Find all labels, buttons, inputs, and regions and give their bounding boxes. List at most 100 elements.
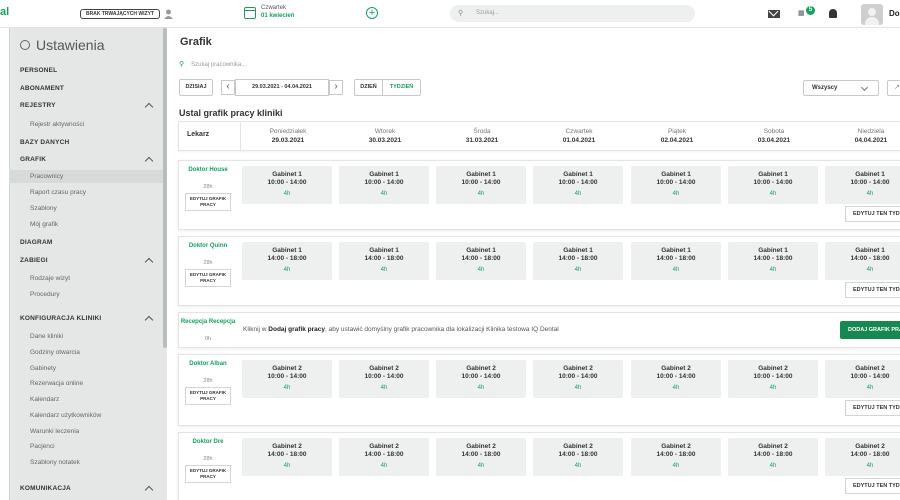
more-options-button[interactable]: ↗: [887, 80, 900, 96]
doctor-name[interactable]: Recepcja Recepcja: [179, 318, 237, 326]
sidebar-item-procedury[interactable]: Procedury: [30, 291, 60, 298]
app-logo[interactable]: al: [0, 6, 9, 18]
doctor-name[interactable]: Doktor Dre: [179, 438, 237, 446]
shift-time: 10:00 - 14:00: [850, 373, 890, 380]
day-date: 29.03.2021: [271, 137, 305, 144]
add-visit-button[interactable]: +: [366, 7, 378, 19]
user-name[interactable]: Do: [889, 9, 900, 18]
shift-cell[interactable]: Gabinet 2 14:00 - 18:00 4h: [339, 438, 429, 476]
shift-cell[interactable]: Gabinet 1 14:00 - 18:00 4h: [436, 242, 526, 280]
shift-room: Gabinet 2: [369, 443, 399, 450]
shift-cell[interactable]: Gabinet 1 10:00 - 14:00 4h: [631, 166, 721, 204]
edit-week-button[interactable]: EDYTUJ TEN TYDZIEŃ: [845, 478, 900, 494]
edit-grafik-button[interactable]: EDYTUJ GRAFIK PRACY: [185, 387, 231, 405]
shift-cell[interactable]: Gabinet 2 14:00 - 18:00 4h: [825, 438, 900, 476]
sidebar-section-konfiguracja-kliniki[interactable]: KONFIGURACJA KLINIKI: [20, 315, 101, 322]
sidebar-item-kalendarz-uzytkownikow[interactable]: Kalendarz użytkowników: [30, 412, 101, 419]
shift-time: 10:00 - 14:00: [753, 373, 793, 380]
shift-cell[interactable]: Gabinet 1 14:00 - 18:00 4h: [728, 242, 818, 280]
bell-icon[interactable]: [829, 9, 837, 18]
edit-week-button[interactable]: EDYTUJ TEN TYDZIEŃ: [845, 400, 900, 416]
sidebar-section-personel[interactable]: PERSONEL: [20, 67, 57, 74]
shift-cell[interactable]: Gabinet 1 14:00 - 18:00 4h: [242, 242, 332, 280]
shift-cell[interactable]: Gabinet 1 14:00 - 18:00 4h: [339, 242, 429, 280]
edit-week-button[interactable]: EDYTUJ TEN TYDZIEŃ: [845, 282, 900, 298]
mail-icon[interactable]: [768, 10, 780, 18]
calendar-icon[interactable]: [244, 7, 256, 19]
edit-grafik-button[interactable]: EDYTUJ GRAFIK PRACY: [185, 193, 231, 211]
sidebar-item-kalendarz[interactable]: Kalendarz: [30, 396, 59, 403]
doctor-name[interactable]: Doktor Alban: [179, 360, 237, 368]
employee-filter-select[interactable]: Wszyscy: [803, 80, 879, 96]
shift-duration: 4h: [866, 267, 874, 273]
edit-week-button[interactable]: EDYTUJ TEN TYDZIEŃ: [845, 206, 900, 222]
sidebar-section-bazy-danych[interactable]: BAZY DANYCH: [20, 139, 69, 146]
day-date: 30.03.2021: [368, 137, 402, 144]
edit-grafik-button[interactable]: EDYTUJ GRAFIK PRACY: [185, 465, 231, 483]
shift-cell[interactable]: Gabinet 1 10:00 - 14:00 4h: [533, 166, 623, 204]
sidebar-item-szablony[interactable]: Szablony: [30, 205, 57, 212]
reception-message-link: Dodaj grafik pracy: [268, 326, 326, 333]
sidebar-item-gabinety[interactable]: Gabinety: [30, 365, 56, 372]
sidebar-item-rezerwacja-online[interactable]: Rezerwacja online: [30, 380, 83, 387]
sidebar-item-szablony-notatek[interactable]: Szablony notatek: [30, 459, 80, 466]
shift-time: 10:00 - 14:00: [461, 179, 501, 186]
notification-badge: 5: [806, 6, 815, 15]
sidebar-item-raport-czasu-pracy[interactable]: Raport czasu pracy: [30, 189, 86, 196]
shift-cell[interactable]: Gabinet 1 10:00 - 14:00 4h: [436, 166, 526, 204]
doctor-name[interactable]: Doktor House: [179, 166, 237, 174]
no-visits-badge[interactable]: BRAK TRWAJĄCYCH WIZYT: [80, 9, 160, 19]
sidebar-item-dane-kliniki[interactable]: Dane kliniki: [30, 333, 63, 340]
shift-cell[interactable]: Gabinet 1 10:00 - 14:00 4h: [242, 166, 332, 204]
shift-cell[interactable]: Gabinet 2 10:00 - 14:00 4h: [533, 360, 623, 398]
shift-room: Gabinet 2: [758, 365, 788, 372]
sidebar-section-komunikacja[interactable]: KOMUNIKACJA: [20, 485, 71, 492]
shift-cell[interactable]: Gabinet 1 14:00 - 18:00 4h: [533, 242, 623, 280]
sidebar-item-moj-grafik[interactable]: Mój grafik: [30, 221, 58, 228]
sidebar-section-abonament[interactable]: ABONAMENT: [20, 85, 64, 92]
shift-duration: 4h: [769, 385, 777, 391]
employee-search-input[interactable]: ⚲ Szukaj pracownika...: [179, 60, 246, 68]
shift-cell[interactable]: Gabinet 2 10:00 - 14:00 4h: [825, 360, 900, 398]
shift-time: 14:00 - 18:00: [364, 255, 404, 262]
sidebar-item-pacjenci[interactable]: Pacjenci: [30, 443, 55, 450]
sidebar-section-rejestry[interactable]: REJESTRY: [20, 102, 56, 109]
sidebar-item-rodzaje-wizyt[interactable]: Rodzaje wizyt: [30, 275, 70, 282]
shift-cell[interactable]: Gabinet 2 10:00 - 14:00 4h: [436, 360, 526, 398]
sidebar-section-diagram[interactable]: DIAGRAM: [20, 239, 52, 246]
shift-cell[interactable]: Gabinet 2 10:00 - 14:00 4h: [242, 360, 332, 398]
add-grafik-button[interactable]: DODAJ GRAFIK PRACY: [840, 321, 900, 339]
doctor-name[interactable]: Doktor Quinn: [179, 242, 237, 250]
sidebar-item-godziny-otwarcia[interactable]: Godziny otwarcia: [30, 349, 80, 356]
sidebar-section-grafik[interactable]: GRAFIK: [20, 156, 46, 163]
sidebar-item-warunki-leczenia[interactable]: Warunki leczenia: [30, 428, 79, 435]
sidebar-item-rejestr-aktywnosci[interactable]: Rejestr aktywności: [30, 121, 84, 128]
shift-cell[interactable]: Gabinet 2 14:00 - 18:00 4h: [242, 438, 332, 476]
shift-cell[interactable]: Gabinet 2 14:00 - 18:00 4h: [533, 438, 623, 476]
date-range[interactable]: 29.03.2021 - 04.04.2021: [235, 79, 329, 96]
sidebar-section-zabiegi[interactable]: ZABIEGI: [20, 257, 48, 264]
edit-grafik-button[interactable]: EDYTUJ GRAFIK PRACY: [185, 269, 231, 287]
view-day-button[interactable]: DZIEŃ: [355, 80, 382, 95]
shift-cell[interactable]: Gabinet 2 14:00 - 18:00 4h: [436, 438, 526, 476]
shift-cell[interactable]: Gabinet 1 10:00 - 14:00 4h: [339, 166, 429, 204]
shift-cell[interactable]: Gabinet 2 10:00 - 14:00 4h: [339, 360, 429, 398]
view-week-button[interactable]: TYDZIEŃ: [382, 80, 420, 95]
shift-cell[interactable]: Gabinet 1 14:00 - 18:00 4h: [825, 242, 900, 280]
gear-icon: [20, 40, 30, 50]
shift-cell[interactable]: Gabinet 1 10:00 - 14:00 4h: [728, 166, 818, 204]
today-button[interactable]: DZISIAJ: [179, 79, 213, 96]
shift-cell[interactable]: Gabinet 2 10:00 - 14:00 4h: [631, 360, 721, 398]
next-week-button[interactable]: ›: [329, 80, 343, 95]
shift-cell[interactable]: Gabinet 2 14:00 - 18:00 4h: [728, 438, 818, 476]
shift-cell[interactable]: Gabinet 2 10:00 - 14:00 4h: [728, 360, 818, 398]
prev-week-button[interactable]: ‹: [221, 80, 235, 95]
shift-cell[interactable]: Gabinet 1 10:00 - 14:00 4h: [825, 166, 900, 204]
shift-cell[interactable]: Gabinet 2 14:00 - 18:00 4h: [631, 438, 721, 476]
avatar[interactable]: [861, 4, 883, 25]
global-search-input[interactable]: ⚲ Szukaj...: [450, 5, 695, 22]
sidebar-item-pracownicy[interactable]: Pracownicy: [30, 173, 63, 180]
shift-time: 14:00 - 18:00: [558, 255, 598, 262]
shift-time: 14:00 - 18:00: [267, 255, 307, 262]
shift-cell[interactable]: Gabinet 1 14:00 - 18:00 4h: [631, 242, 721, 280]
